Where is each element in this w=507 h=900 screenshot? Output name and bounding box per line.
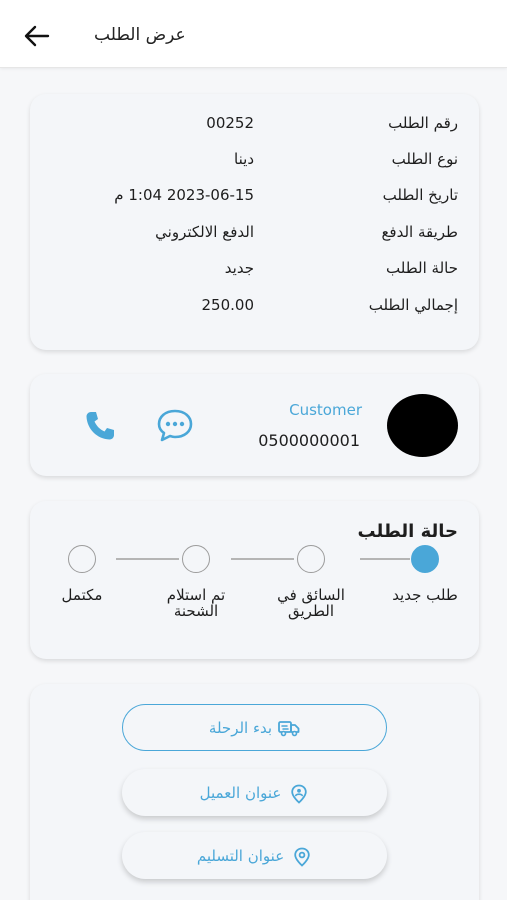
page-title: عرض الطلب xyxy=(94,25,186,45)
location-pin-icon xyxy=(292,847,312,867)
start-trip-button[interactable]: بدء الرحلة xyxy=(122,704,387,751)
phone-icon xyxy=(86,412,114,440)
step-shipment-received-indicator xyxy=(182,545,210,573)
payment-method-value: الدفع الالكتروني xyxy=(155,223,254,241)
arrow-left-icon xyxy=(24,25,50,47)
start-trip-label: بدء الرحلة xyxy=(208,718,273,737)
order-type-value: دينا xyxy=(234,150,254,168)
customer-address-button[interactable]: عنوان العميل xyxy=(122,769,387,816)
back-button[interactable] xyxy=(22,22,52,50)
step-connector xyxy=(360,558,410,560)
order-total-value: 250.00 xyxy=(201,296,255,314)
order-status-row: حالة الطلب جديد xyxy=(30,255,479,285)
step-shipment-received-label: تم استلام الشحنة xyxy=(166,586,226,620)
truck-icon xyxy=(278,719,300,737)
avatar xyxy=(387,394,458,457)
step-new-order-indicator xyxy=(411,545,439,573)
order-status-value: جديد xyxy=(224,259,254,277)
customer-card: Customer 0500000001 xyxy=(30,374,479,476)
step-connector xyxy=(231,558,294,560)
order-number-label: رقم الطلب xyxy=(388,114,458,132)
step-driver-on-way-label: السائق في الطريق xyxy=(277,586,345,620)
location-person-icon xyxy=(289,784,309,804)
order-status-label: حالة الطلب xyxy=(386,259,458,277)
step-completed-indicator xyxy=(68,545,96,573)
step-driver-on-way-indicator xyxy=(297,545,325,573)
order-number-row: رقم الطلب 00252 xyxy=(30,110,479,140)
step-completed-label: مكتمل xyxy=(61,586,103,604)
order-date-value: 2023-06-15 1:04 م xyxy=(114,186,254,204)
delivery-address-label: عنوان التسليم xyxy=(196,846,285,865)
customer-address-label: عنوان العميل xyxy=(199,783,282,802)
step-connector xyxy=(116,558,179,560)
payment-method-row: طريقة الدفع الدفع الالكتروني xyxy=(30,219,479,249)
call-button[interactable] xyxy=(82,408,118,444)
order-info-card: رقم الطلب 00252 نوع الطلب دينا تاريخ الط… xyxy=(30,94,479,350)
app-bar: عرض الطلب xyxy=(0,0,507,68)
order-date-label: تاريخ الطلب xyxy=(382,186,458,204)
actions-card: بدء الرحلة عنوان العميل عنوان التسليم xyxy=(30,684,479,900)
step-new-order-label: طلب جديد xyxy=(392,586,458,604)
order-date-row: تاريخ الطلب 2023-06-15 1:04 م xyxy=(30,182,479,212)
payment-method-label: طريقة الدفع xyxy=(381,223,458,241)
order-number-value: 00252 xyxy=(206,114,254,132)
order-type-row: نوع الطلب دينا xyxy=(30,146,479,176)
customer-phone: 0500000001 xyxy=(258,431,360,450)
customer-name: Customer xyxy=(289,401,362,419)
delivery-address-button[interactable]: عنوان التسليم xyxy=(122,832,387,879)
order-total-label: إجمالي الطلب xyxy=(368,296,458,314)
chat-bubble-icon xyxy=(157,409,193,442)
order-status-card: حالة الطلب طلب جديد السائق في الطريق تم … xyxy=(30,501,479,659)
status-section-title: حالة الطلب xyxy=(357,521,458,542)
chat-button[interactable] xyxy=(156,407,194,443)
order-total-row: إجمالي الطلب 250.00 xyxy=(30,292,479,322)
order-type-label: نوع الطلب xyxy=(391,150,458,168)
